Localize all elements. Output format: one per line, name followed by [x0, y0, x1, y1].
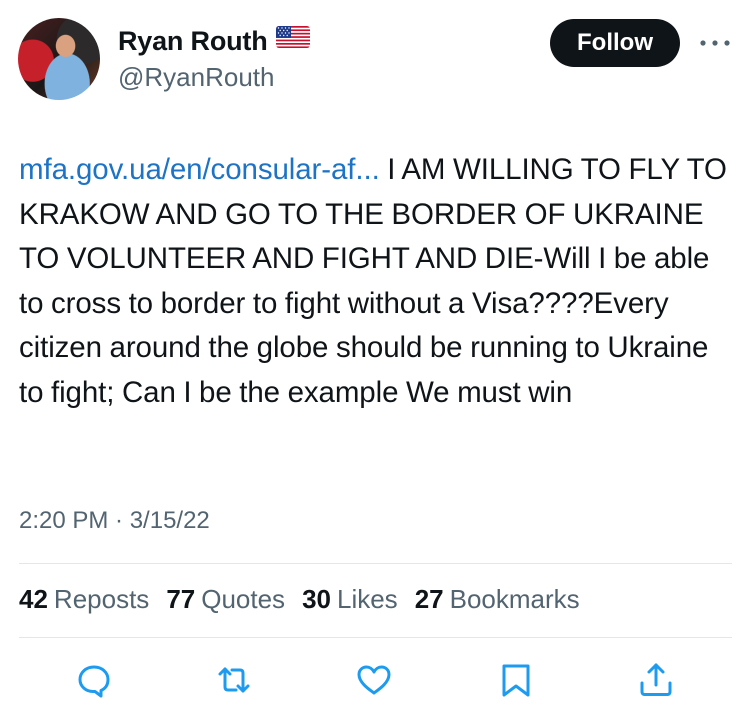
- likes-stat[interactable]: 30 Likes: [302, 584, 398, 615]
- tweet-body: I AM WILLING TO FLY TO KRAKOW AND GO TO …: [19, 153, 727, 409]
- tweet-text: mfa.gov.ua/en/consular-af... I AM WILLIN…: [19, 148, 734, 415]
- reply-icon[interactable]: [75, 661, 113, 699]
- engagement-stats: 42 Reposts 77 Quotes 30 Likes 27 Bookmarks: [19, 584, 597, 615]
- author-display-name[interactable]: Ryan Routh: [118, 26, 268, 56]
- tweet-timestamp[interactable]: 2:20 PM · 3/15/22: [19, 507, 210, 535]
- tweet-header: Ryan Routh @RyanRouth Follow: [0, 0, 750, 110]
- tweet-link[interactable]: mfa.gov.ua/en/consular-af...: [19, 153, 380, 186]
- like-icon[interactable]: [355, 661, 393, 699]
- follow-button[interactable]: Follow: [550, 19, 680, 67]
- more-options-icon[interactable]: [698, 36, 732, 50]
- quotes-stat[interactable]: 77 Quotes: [166, 584, 285, 615]
- bookmarks-stat[interactable]: 27 Bookmarks: [415, 584, 580, 615]
- divider: [19, 563, 732, 564]
- avatar[interactable]: [18, 18, 100, 100]
- us-flag-icon: [275, 24, 310, 55]
- reposts-stat[interactable]: 42 Reposts: [19, 584, 149, 615]
- author-handle[interactable]: @RyanRouth: [118, 62, 274, 93]
- author-name-row[interactable]: Ryan Routh: [118, 26, 310, 58]
- divider: [19, 637, 732, 638]
- bookmark-icon[interactable]: [497, 661, 535, 699]
- repost-icon[interactable]: [215, 661, 253, 699]
- share-icon[interactable]: [637, 661, 675, 699]
